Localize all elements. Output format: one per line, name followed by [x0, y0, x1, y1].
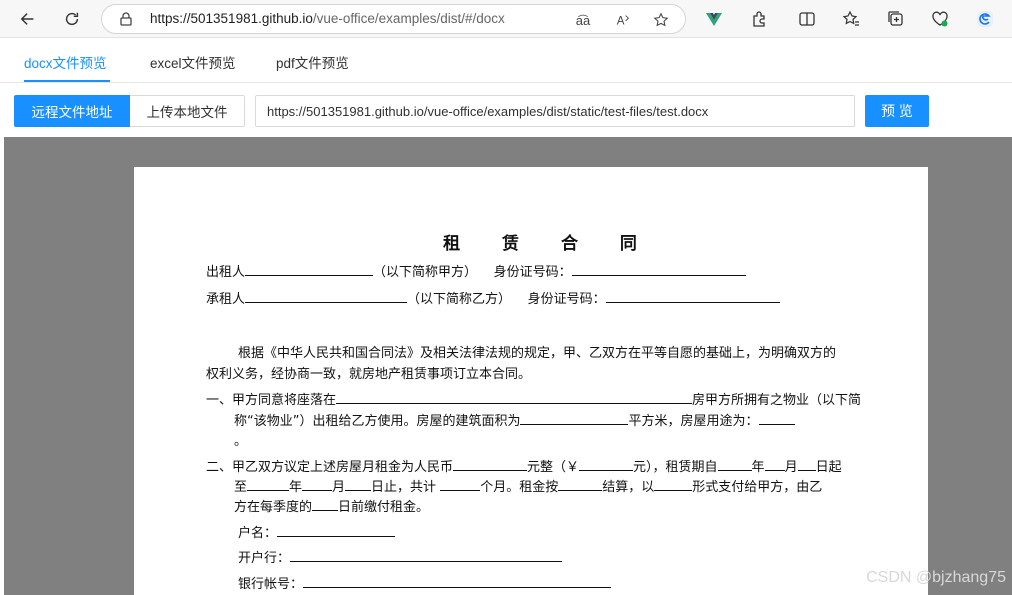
clause-2-text-n: 方在每季度的: [234, 500, 313, 515]
account-name-label: 户名：: [238, 526, 278, 541]
active-tab-indicator: [24, 80, 110, 82]
clause-1-line-1: 一、甲方同意将座落在 房甲方所拥有之物业（以下简: [206, 389, 861, 408]
tab-docx[interactable]: docx文件预览: [24, 52, 107, 72]
edge-copilot-icon[interactable]: [974, 8, 996, 30]
clause-2-text-l: 结算，以: [602, 480, 655, 495]
browser-essentials-icon[interactable]: [929, 8, 951, 30]
clause-1-line-3: 。: [234, 434, 248, 449]
clause-2-text-d: 年: [751, 460, 765, 475]
file-type-tabs: docx文件预览 excel文件预览 pdf文件预览: [0, 38, 1012, 83]
back-icon[interactable]: [16, 7, 40, 31]
favorites-icon[interactable]: [840, 8, 862, 30]
lock-icon[interactable]: [118, 11, 134, 27]
clause-2-text-m: 形式支付给甲方，由乙: [692, 480, 823, 495]
tab-excel[interactable]: excel文件预览: [150, 52, 236, 72]
clause-2-text-e: 月: [784, 460, 798, 475]
upload-local-file-button[interactable]: 上传本地文件: [130, 95, 245, 127]
split-screen-icon[interactable]: [796, 8, 818, 30]
refresh-icon[interactable]: [60, 7, 84, 31]
clause-2-text-j: 日止，共计: [371, 480, 437, 495]
extensions-icon[interactable]: [748, 8, 770, 30]
clause-2-text-i: 月: [332, 480, 346, 495]
collections-icon[interactable]: [885, 8, 907, 30]
lessor-note: （以下简称甲方）: [373, 265, 478, 280]
file-url-input[interactable]: [255, 95, 855, 127]
text-size-icon[interactable]: A: [614, 11, 632, 29]
preamble-line-1: 根据《中华人民共和国合同法》及相关法律法规的规定，甲、乙双方在平等自愿的基础上，…: [238, 346, 837, 361]
source-toolbar: 远程文件地址 上传本地文件 预 览: [0, 83, 1012, 137]
watermark: CSDN @bjzhang75: [866, 569, 1006, 586]
clause-1-line-2: 称“该物业”）出租给乙方使用。房屋的建筑面积为 平方米，房屋用途为：: [234, 410, 795, 429]
favorite-star-icon[interactable]: [652, 11, 670, 29]
clause-2-text-g: 至: [234, 480, 248, 495]
url-path: /vue-office/examples/dist/#/docx: [312, 11, 505, 26]
account-name-line: 户名：: [238, 522, 396, 541]
vue-devtools-icon[interactable]: [703, 8, 725, 30]
lessor-line: 出租人 （以下简称甲方） 身份证号码：: [206, 261, 746, 280]
bank-label: 开户行：: [238, 551, 291, 566]
clause-2-line-3: 方在每季度的 日前缴付租金。: [234, 496, 429, 515]
docx-viewer[interactable]: 租 赁 合 同 出租人 （以下简称甲方） 身份证号码： 承租人 （以下简称乙方） 身…: [4, 137, 1012, 595]
clause-2-text-b: 元整（￥: [527, 460, 580, 475]
clause-1-text-a: 一、甲方同意将座落在: [206, 393, 337, 408]
clause-2-line-1: 二、甲乙双方议定上述房屋月租金为人民币 元整（￥ 元），租赁期自 年 月 日起: [206, 456, 842, 475]
remote-file-button[interactable]: 远程文件地址: [14, 95, 130, 127]
account-number-line: 银行帐号：: [238, 573, 612, 592]
lessor-label: 出租人: [206, 265, 246, 280]
address-url[interactable]: https://501351981.github.io/vue-office/e…: [150, 11, 505, 26]
bank-line: 开户行：: [238, 547, 563, 566]
clause-2-text-o: 日前缴付租金。: [338, 500, 430, 515]
address-bar[interactable]: https://501351981.github.io/vue-office/e…: [101, 4, 686, 34]
url-host: https://501351981.github.io: [150, 11, 313, 26]
browser-toolbar: https://501351981.github.io/vue-office/e…: [0, 0, 1012, 38]
clause-2-text-c: 元），租赁期自: [633, 460, 718, 475]
clause-2-text-f: 日起: [815, 460, 842, 475]
clause-2-text-h: 年: [289, 480, 303, 495]
document-page: 租 赁 合 同 出租人 （以下简称甲方） 身份证号码： 承租人 （以下简称乙方） 身…: [134, 167, 928, 595]
tab-pdf[interactable]: pdf文件预览: [276, 52, 349, 72]
lessee-id-label: 身份证号码：: [527, 292, 606, 307]
lessee-line: 承租人 （以下简称乙方） 身份证号码：: [206, 288, 780, 307]
lessee-note: （以下简称乙方）: [407, 292, 512, 307]
clause-1-text-d: 平方米，房屋用途为：: [628, 414, 759, 429]
lessor-id-label: 身份证号码：: [493, 265, 572, 280]
lessee-label: 承租人: [206, 292, 246, 307]
clause-1-text-b: 房甲方所拥有之物业（以下简: [692, 393, 862, 408]
clause-2-text-k: 个月。租金按: [480, 480, 559, 495]
clause-2-line-2: 至 年 月 日止，共计 个月。租金按 结算，以 形式支付给甲方，由乙: [234, 476, 822, 495]
account-number-label: 银行帐号：: [238, 577, 304, 592]
clause-2-text-a: 二、甲乙双方议定上述房屋月租金为人民币: [206, 460, 454, 475]
preview-button[interactable]: 预 览: [865, 95, 929, 127]
clause-1-text-c: 称“该物业”）出租给乙方使用。房屋的建筑面积为: [234, 414, 521, 429]
preamble-line-2: 权利义务，经协商一致，就房地产租赁事项订立本合同。: [206, 367, 532, 382]
read-aloud-icon[interactable]: a͡a: [574, 11, 592, 29]
document-title: 租 赁 合 同: [443, 234, 655, 254]
svg-text:A: A: [617, 15, 625, 27]
